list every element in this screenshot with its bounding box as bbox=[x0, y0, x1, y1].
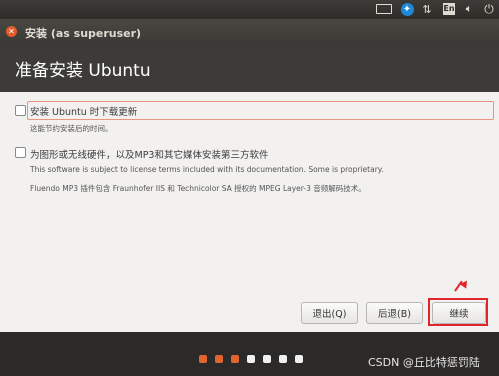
accessibility-icon[interactable]: ✦ bbox=[400, 2, 414, 16]
page-header: 准备安装 Ubuntu bbox=[0, 44, 499, 92]
quit-button[interactable]: 退出(Q) bbox=[301, 302, 358, 324]
watermark: CSDN @丘比特惩罚陆 bbox=[368, 356, 480, 369]
progress-dot bbox=[295, 355, 303, 363]
progress-dots bbox=[199, 355, 303, 363]
window-titlebar: ✕ 安装 (as superuser) bbox=[0, 19, 499, 44]
progress-dot bbox=[263, 355, 271, 363]
close-icon[interactable]: ✕ bbox=[6, 26, 17, 37]
network-arrows-icon[interactable]: ⇅ bbox=[420, 2, 434, 16]
annotation-arrow-head bbox=[459, 278, 471, 289]
back-button[interactable]: 后退(B) bbox=[366, 302, 423, 324]
annotation-highlight-box bbox=[428, 298, 488, 326]
keyboard-icon[interactable] bbox=[376, 2, 392, 16]
download-updates-label[interactable]: 安装 Ubuntu 时下载更新 bbox=[30, 104, 137, 118]
power-icon[interactable]: ⏻ bbox=[482, 2, 496, 16]
third-party-checkbox[interactable] bbox=[15, 147, 26, 158]
progress-dot bbox=[279, 355, 287, 363]
download-updates-checkbox[interactable] bbox=[15, 105, 26, 116]
footer: CSDN @丘比特惩罚陆 bbox=[0, 332, 499, 376]
download-updates-description: 这能节约安装后的时间。 bbox=[30, 124, 113, 133]
language-indicator[interactable]: En bbox=[442, 2, 456, 16]
main-content: 安装 Ubuntu 时下载更新 这能节约安装后的时间。 为图形或无线硬件，以及M… bbox=[0, 92, 499, 332]
progress-dot bbox=[215, 355, 223, 363]
progress-dot bbox=[247, 355, 255, 363]
speaker-icon[interactable]: 🔈︎ bbox=[463, 2, 475, 16]
progress-dot bbox=[231, 355, 239, 363]
page-title: 准备安装 Ubuntu bbox=[15, 61, 151, 81]
fluendo-note: Fluendo MP3 插件包含 Fraunhofer IIS 和 Techni… bbox=[30, 184, 366, 193]
third-party-label[interactable]: 为图形或无线硬件，以及MP3和其它媒体安装第三方软件 bbox=[30, 147, 268, 161]
third-party-description: This software is subject to license term… bbox=[30, 165, 384, 174]
top-panel: ✦ ⇅ En 🔈︎ ⏻ bbox=[0, 0, 499, 19]
progress-dot bbox=[199, 355, 207, 363]
window-title: 安装 (as superuser) bbox=[25, 27, 142, 40]
